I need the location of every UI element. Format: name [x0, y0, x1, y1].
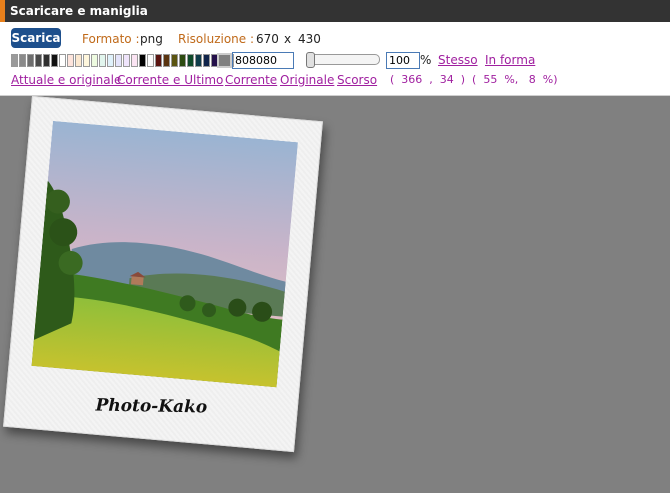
fit-link[interactable]: In forma — [485, 53, 535, 67]
opacity-input[interactable]: 100 — [386, 52, 420, 69]
image-canvas[interactable]: Photo-Kako — [0, 96, 670, 493]
color-swatch[interactable] — [27, 54, 34, 67]
actual-original-link[interactable]: Attuale e originale — [11, 73, 121, 87]
control-panel: Scarica Formato : png Risoluzione : 670 … — [0, 22, 670, 96]
color-swatch[interactable] — [83, 54, 90, 67]
format-value: png — [140, 32, 163, 46]
color-swatch[interactable] — [203, 54, 210, 67]
title-accent — [0, 0, 5, 22]
color-swatch[interactable] — [155, 54, 162, 67]
format-label: Formato : — [82, 32, 140, 46]
color-swatch-row — [11, 54, 235, 67]
color-swatch[interactable] — [115, 54, 122, 67]
original-link[interactable]: Originale — [280, 73, 334, 87]
color-swatch[interactable] — [11, 54, 18, 67]
slider-thumb[interactable] — [306, 52, 315, 68]
color-swatch[interactable] — [171, 54, 178, 67]
color-swatch[interactable] — [147, 54, 154, 67]
color-swatch[interactable] — [163, 54, 170, 67]
current-link[interactable]: Corrente — [225, 73, 277, 87]
resolution-label: Risoluzione : — [178, 32, 255, 46]
download-button[interactable]: Scarica — [11, 28, 61, 48]
same-link[interactable]: Stesso — [438, 53, 478, 67]
height-value[interactable]: 430 — [298, 32, 321, 46]
landscape-photo — [31, 120, 298, 388]
color-swatch[interactable] — [19, 54, 26, 67]
color-swatch[interactable] — [59, 54, 66, 67]
color-swatch[interactable] — [91, 54, 98, 67]
color-swatch[interactable] — [43, 54, 50, 67]
current-last-link[interactable]: Corrente e Ultimo — [117, 73, 223, 87]
polaroid-frame[interactable]: Photo-Kako — [3, 96, 323, 453]
opacity-slider[interactable] — [306, 52, 380, 68]
times-sign: x — [284, 32, 292, 46]
color-swatch[interactable] — [179, 54, 186, 67]
color-hex-input[interactable]: 808080 — [232, 52, 294, 69]
color-swatch[interactable] — [131, 54, 138, 67]
current-color-swatch — [217, 53, 232, 68]
coordinates-readout: ( 366 , 34 ) ( 55 %, 8 %) — [390, 73, 558, 86]
color-swatch[interactable] — [107, 54, 114, 67]
percent-sign: % — [420, 53, 432, 67]
color-swatch[interactable] — [51, 54, 58, 67]
scroll-link[interactable]: Scorso — [337, 73, 377, 87]
color-swatch[interactable] — [35, 54, 42, 67]
color-swatch[interactable] — [75, 54, 82, 67]
panel-title: Scaricare e maniglia — [10, 4, 148, 18]
title-bar: Scaricare e maniglia — [0, 0, 670, 22]
color-swatch[interactable] — [187, 54, 194, 67]
color-swatch[interactable] — [99, 54, 106, 67]
color-swatch[interactable] — [139, 54, 146, 67]
color-swatch[interactable] — [123, 54, 130, 67]
color-swatch[interactable] — [195, 54, 202, 67]
width-value[interactable]: 670 — [256, 32, 279, 46]
polaroid-caption: Photo-Kako — [95, 395, 208, 418]
color-swatch[interactable] — [67, 54, 74, 67]
